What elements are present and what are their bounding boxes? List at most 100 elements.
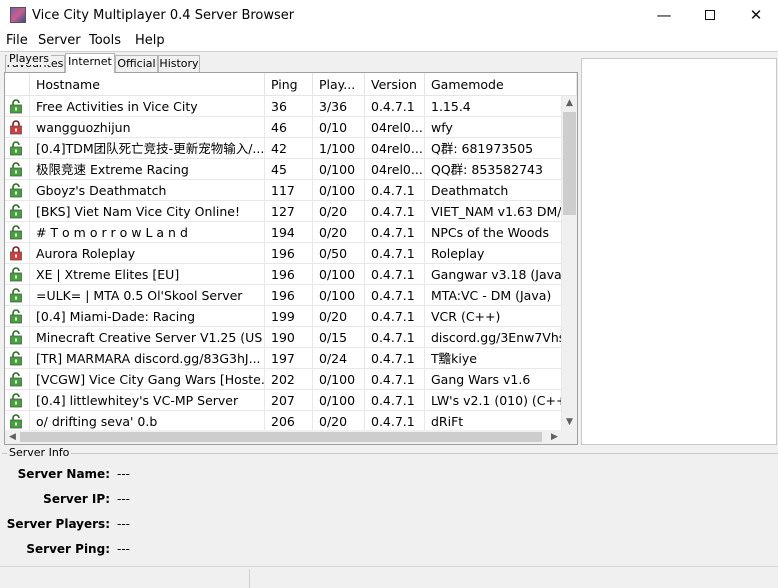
column-ping-header[interactable]: Ping [265, 73, 313, 96]
table-row[interactable]: =ULK= | MTA 0.5 Ol'Skool Server 196 0/100 0… [5, 285, 562, 306]
lock-cell [5, 138, 30, 159]
players-cell: 0/20 [313, 201, 365, 222]
app-icon [10, 7, 26, 23]
ping-cell: 36 [265, 96, 313, 117]
menu-help[interactable]: Help [134, 32, 166, 51]
scroll-down-icon[interactable]: ▼ [562, 415, 577, 430]
ping-cell: 206 [265, 411, 313, 430]
table-row[interactable]: o/ drifting seva' 0.b 206 0/20 0.4.7.1 dRiFt [5, 411, 562, 430]
gamemode-cell: QQ群: 853582743 [425, 159, 562, 180]
table-row[interactable]: [0.4] littlewhitey's VC-MP Server 207 0/10… [5, 390, 562, 411]
version-cell: 04rel0... [365, 117, 425, 138]
table-row[interactable]: # T o m o r r o w L a n d 194 0/20 0.4.7.1 N… [5, 222, 562, 243]
column-gamemode-header[interactable]: Gamemode [425, 73, 577, 96]
hostname-cell: [TR] MARMARA discord.gg/83G3hJ... [30, 348, 265, 369]
lock-cell [5, 201, 30, 222]
version-cell: 04rel0... [365, 138, 425, 159]
players-cell: 0/100 [313, 264, 365, 285]
table-row[interactable]: XE | Xtreme Elites [EU] 196 0/100 0.4.7.1 Ga… [5, 264, 562, 285]
horizontal-scroll-thumb[interactable] [20, 432, 542, 442]
column-lock-header[interactable] [5, 73, 30, 96]
lock-cell [5, 348, 30, 369]
lock-open-icon [10, 351, 22, 366]
table-row[interactable]: Gboyz's Deathmatch 117 0/100 0.4.7.1 Deathma… [5, 180, 562, 201]
players-cell: 0/15 [313, 327, 365, 348]
ping-cell: 202 [265, 369, 313, 390]
tab-official[interactable]: Official [115, 55, 158, 72]
gamemode-cell: 1.15.4 [425, 96, 562, 117]
gamemode-cell: Gang Wars v1.6 [425, 369, 562, 390]
ping-cell: 194 [265, 222, 313, 243]
maximize-button[interactable] [687, 0, 733, 32]
ping-cell: 117 [265, 180, 313, 201]
hostname-cell: # T o m o r r o w L a n d [30, 222, 265, 243]
column-hostname-header[interactable]: Hostname [30, 73, 265, 96]
ping-cell: 197 [265, 348, 313, 369]
lock-open-icon [10, 183, 22, 198]
server-name-label: Server Name: [17, 467, 110, 481]
ping-cell: 199 [265, 306, 313, 327]
server-list: Hostname Ping Play... Version Gamemode F… [4, 72, 578, 445]
version-cell: 04rel0... [365, 159, 425, 180]
vertical-scroll-thumb[interactable] [563, 112, 576, 215]
table-row[interactable]: [VCGW] Vice City Gang Wars [Hoste... 202 0… [5, 369, 562, 390]
scroll-right-icon[interactable]: ▶ [547, 430, 562, 444]
table-row[interactable]: [BKS] Viet Nam Vice City Online! 127 0/20 0… [5, 201, 562, 222]
column-version-header[interactable]: Version [365, 73, 425, 96]
players-cell: 3/36 [313, 96, 365, 117]
table-row[interactable]: [0.4]TDM团队死亡竞技-更新宠物输入/... 42 1/100 04rel0..… [5, 138, 562, 159]
table-row[interactable]: Minecraft Creative Server V1.25 (US ... 1… [5, 327, 562, 348]
hostname-cell: =ULK= | MTA 0.5 Ol'Skool Server [30, 285, 265, 306]
scroll-up-icon[interactable]: ▲ [562, 96, 577, 111]
column-players-header[interactable]: Play... [313, 73, 365, 96]
table-row[interactable]: Aurora Roleplay 196 0/50 0.4.7.1 Roleplay [5, 243, 562, 264]
server-players-label: Server Players: [6, 517, 110, 531]
lock-open-icon [10, 393, 22, 408]
players-cell: 0/100 [313, 390, 365, 411]
vertical-scrollbar[interactable]: ▲ ▼ [562, 96, 577, 430]
players-cell: 0/20 [313, 222, 365, 243]
tab-internet[interactable]: Internet [65, 53, 115, 73]
server-ping-value: --- [117, 542, 130, 556]
table-row[interactable]: 极限竞速 Extreme Racing 45 0/100 04rel0... QQ群: … [5, 159, 562, 180]
menu-server[interactable]: Server [37, 32, 82, 51]
server-players-value: --- [117, 517, 130, 531]
close-button[interactable]: ✕ [733, 0, 778, 32]
lock-open-icon [10, 141, 22, 156]
server-name-value: --- [117, 467, 130, 481]
server-rows: Free Activities in Vice City 36 3/36 0.4.7.… [5, 96, 562, 430]
lock-cell [5, 117, 30, 138]
hostname-cell: o/ drifting seva' 0.b [30, 411, 265, 430]
gamemode-cell: LW's v2.1 (010) (C++) [425, 390, 562, 411]
menu-tools[interactable]: Tools [88, 32, 122, 51]
lock-cell [5, 285, 30, 306]
players-cell: 0/100 [313, 285, 365, 306]
table-row[interactable]: [0.4] Miami-Dade: Racing 199 0/20 0.4.7.1 VC… [5, 306, 562, 327]
lock-open-icon [10, 309, 22, 324]
horizontal-scrollbar[interactable]: ◀ ▶ [5, 430, 562, 444]
gamemode-cell: Gangwar v3.18 (Java) [425, 264, 562, 285]
table-row[interactable]: Free Activities in Vice City 36 3/36 0.4.7.… [5, 96, 562, 117]
table-row[interactable]: [TR] MARMARA discord.gg/83G3hJ... 197 0/24… [5, 348, 562, 369]
ping-cell: 196 [265, 264, 313, 285]
menu-file[interactable]: File [5, 32, 29, 51]
lock-cell [5, 369, 30, 390]
tab-history[interactable]: History [158, 55, 200, 72]
lock-cell [5, 306, 30, 327]
gamemode-cell: VIET_NAM v1.63 DM/... [425, 201, 562, 222]
maximize-icon [705, 10, 715, 20]
table-row[interactable]: wangguozhijun 46 0/10 04rel0... wfy [5, 117, 562, 138]
hostname-cell: [0.4]TDM团队死亡竞技-更新宠物输入/... [30, 138, 265, 159]
ping-cell: 42 [265, 138, 313, 159]
minimize-button[interactable]: — [641, 0, 687, 32]
version-cell: 0.4.7.1 [365, 285, 425, 306]
lock-cell [5, 390, 30, 411]
version-cell: 0.4.7.1 [365, 201, 425, 222]
scroll-left-icon[interactable]: ◀ [5, 430, 20, 444]
hostname-cell: Free Activities in Vice City [30, 96, 265, 117]
gamemode-cell: NPCs of the Woods [425, 222, 562, 243]
lock-open-icon [10, 204, 22, 219]
players-list[interactable] [581, 58, 777, 445]
server-info-title: Server Info [7, 446, 72, 459]
gamemode-cell: Q群: 681973505 [425, 138, 562, 159]
